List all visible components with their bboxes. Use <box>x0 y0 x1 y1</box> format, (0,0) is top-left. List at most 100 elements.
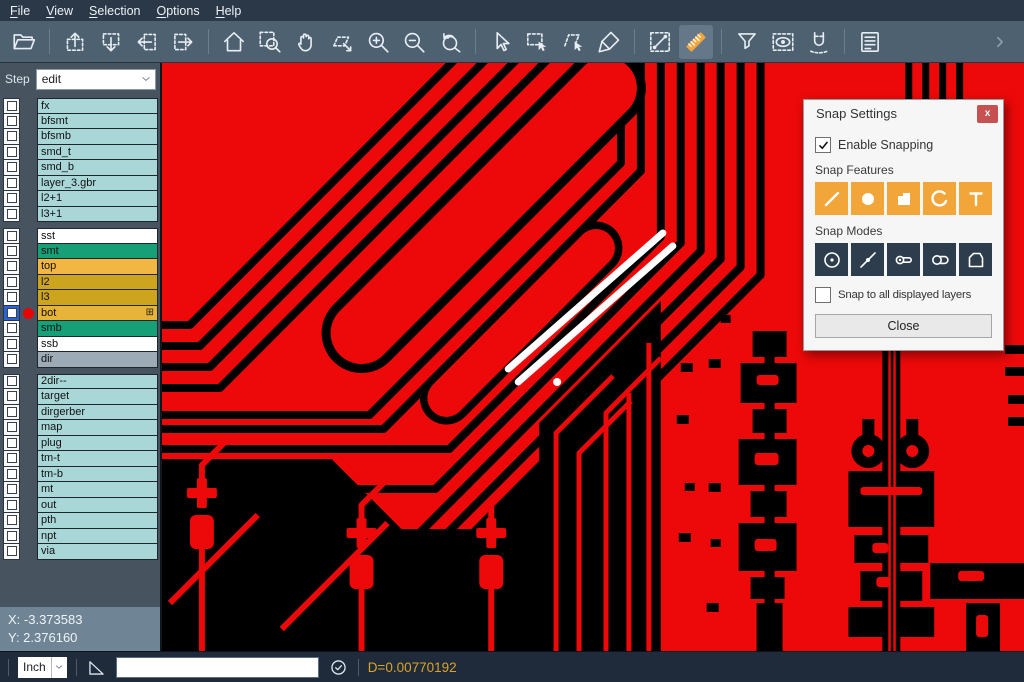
layer-name[interactable]: npt <box>37 529 158 545</box>
layer-visibility-checkbox[interactable] <box>3 228 20 244</box>
tool-open-folder[interactable] <box>7 25 41 59</box>
layer-row-npt[interactable]: npt <box>3 529 158 545</box>
layer-row-layer_3.gbr[interactable]: layer_3.gbr <box>3 176 158 192</box>
layer-row-smt[interactable]: smt <box>3 244 158 260</box>
tool-zoom-previous[interactable] <box>433 25 467 59</box>
layer-visibility-checkbox[interactable] <box>3 244 20 260</box>
tool-pan-up[interactable] <box>58 25 92 59</box>
layer-row-bot[interactable]: bot⊞ <box>3 306 158 322</box>
layer-visibility-checkbox[interactable] <box>3 160 20 176</box>
layer-name[interactable]: bot⊞ <box>37 306 158 322</box>
layer-visibility-checkbox[interactable] <box>3 191 20 207</box>
snap-center-button[interactable] <box>815 243 848 276</box>
snap-point-button[interactable] <box>851 243 884 276</box>
layer-name[interactable]: layer_3.gbr <box>37 176 158 192</box>
unit-select[interactable]: Inch <box>18 657 67 678</box>
enable-snapping-checkbox[interactable] <box>815 137 831 153</box>
layer-name[interactable]: sst <box>37 228 158 244</box>
tool-pan-left[interactable] <box>130 25 164 59</box>
layer-name[interactable]: l2+1 <box>37 191 158 207</box>
snap-all-layers-checkbox[interactable] <box>815 287 831 303</box>
tool-view-eye[interactable] <box>766 25 800 59</box>
layer-row-smd_t[interactable]: smd_t <box>3 145 158 161</box>
layer-row-l3+1[interactable]: l3+1 <box>3 207 158 223</box>
layer-name[interactable]: l3 <box>37 290 158 306</box>
layer-row-bfsmb[interactable]: bfsmb <box>3 129 158 145</box>
layer-name[interactable]: 2dir-- <box>37 374 158 390</box>
layer-visibility-checkbox[interactable] <box>3 176 20 192</box>
layer-visibility-checkbox[interactable] <box>3 337 20 353</box>
snap-slot-o-button[interactable] <box>923 243 956 276</box>
tool-home[interactable] <box>217 25 251 59</box>
layer-visibility-checkbox[interactable] <box>3 275 20 291</box>
tool-select[interactable] <box>484 25 518 59</box>
layer-row-top[interactable]: top <box>3 259 158 275</box>
tool-filter[interactable] <box>730 25 764 59</box>
layer-row-l3[interactable]: l3 <box>3 290 158 306</box>
layer-visibility-checkbox[interactable] <box>3 482 20 498</box>
layer-visibility-checkbox[interactable] <box>3 98 20 114</box>
layer-visibility-checkbox[interactable] <box>3 145 20 161</box>
layer-name[interactable]: tm-b <box>37 467 158 483</box>
menu-selection[interactable]: Selection <box>89 4 140 18</box>
layer-name[interactable]: mt <box>37 482 158 498</box>
layer-visibility-checkbox[interactable] <box>3 321 20 337</box>
tool-measure-line[interactable] <box>643 25 677 59</box>
dialog-close-icon[interactable]: x <box>977 105 998 123</box>
layer-row-via[interactable]: via <box>3 544 158 560</box>
layer-visibility-checkbox[interactable] <box>3 513 20 529</box>
tool-zoom-object[interactable] <box>325 25 359 59</box>
tool-measure-ruler[interactable] <box>679 25 713 59</box>
snap-text-button[interactable] <box>959 182 992 215</box>
layer-row-tm-b[interactable]: tm-b <box>3 467 158 483</box>
layer-name[interactable]: fx <box>37 98 158 114</box>
layer-name[interactable]: tm-t <box>37 451 158 467</box>
layer-name[interactable]: ssb <box>37 337 158 353</box>
layer-visibility-checkbox[interactable] <box>3 207 20 223</box>
layer-row-l2[interactable]: l2 <box>3 275 158 291</box>
layer-visibility-checkbox[interactable] <box>3 405 20 421</box>
layer-row-mt[interactable]: mt <box>3 482 158 498</box>
layer-name[interactable]: bfsmt <box>37 114 158 130</box>
layer-name[interactable]: map <box>37 420 158 436</box>
layer-row-out[interactable]: out <box>3 498 158 514</box>
pcb-canvas[interactable]: Snap Settings x Enable Snapping Snap Fea… <box>160 63 1024 651</box>
layer-row-pth[interactable]: pth <box>3 513 158 529</box>
layer-visibility-checkbox[interactable] <box>3 114 20 130</box>
menu-help[interactable]: Help <box>216 4 242 18</box>
layer-visibility-checkbox[interactable] <box>3 498 20 514</box>
layer-visibility-checkbox[interactable] <box>3 544 20 560</box>
layer-name[interactable]: smb <box>37 321 158 337</box>
layer-row-tm-t[interactable]: tm-t <box>3 451 158 467</box>
layer-name[interactable]: smd_t <box>37 145 158 161</box>
layer-name[interactable]: out <box>37 498 158 514</box>
layer-visibility-checkbox[interactable] <box>3 374 20 390</box>
menu-view[interactable]: View <box>46 4 73 18</box>
layer-name[interactable]: dir <box>37 352 158 368</box>
layer-name[interactable]: via <box>37 544 158 560</box>
layer-row-fx[interactable]: fx <box>3 98 158 114</box>
close-button[interactable]: Close <box>815 314 992 338</box>
tool-paint-brush[interactable] <box>592 25 626 59</box>
dialog-title-bar[interactable]: Snap Settings x <box>804 100 1003 127</box>
layer-name[interactable]: smd_b <box>37 160 158 176</box>
layer-visibility-checkbox[interactable] <box>3 129 20 145</box>
layer-name[interactable]: dirgerber <box>37 405 158 421</box>
layer-visibility-checkbox[interactable] <box>3 290 20 306</box>
layer-visibility-checkbox[interactable] <box>3 389 20 405</box>
layer-row-map[interactable]: map <box>3 420 158 436</box>
tool-report[interactable] <box>853 25 887 59</box>
snap-arc-button[interactable] <box>923 182 956 215</box>
layer-visibility-checkbox[interactable] <box>3 306 20 322</box>
layer-name[interactable]: plug <box>37 436 158 452</box>
tool-select-rect[interactable] <box>520 25 554 59</box>
tool-pan-right[interactable] <box>166 25 200 59</box>
layer-row-target[interactable]: target <box>3 389 158 405</box>
snap-profile-button[interactable] <box>959 243 992 276</box>
layer-name[interactable]: target <box>37 389 158 405</box>
layer-visibility-checkbox[interactable] <box>3 529 20 545</box>
snap-line-button[interactable] <box>815 182 848 215</box>
layer-row-l2+1[interactable]: l2+1 <box>3 191 158 207</box>
layer-row-ssb[interactable]: ssb <box>3 337 158 353</box>
tool-snap-magnet[interactable] <box>802 25 836 59</box>
